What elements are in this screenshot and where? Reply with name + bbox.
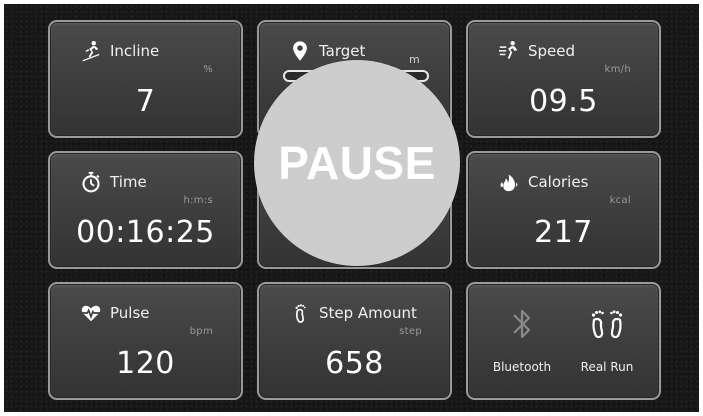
step-amount-unit: step xyxy=(399,326,422,337)
bluetooth-label: Bluetooth xyxy=(492,360,552,374)
step-amount-header: Step Amount xyxy=(289,302,417,324)
pulse-tile[interactable]: Pulse bpm 120 xyxy=(48,282,243,400)
heartbeat-icon xyxy=(80,302,102,324)
time-tile[interactable]: Time h:m:s 00:16:25 xyxy=(48,151,243,269)
target-label: Target xyxy=(319,42,366,60)
location-pin-icon xyxy=(289,40,311,62)
pulse-unit: bpm xyxy=(189,326,213,337)
bluetooth-icon xyxy=(511,302,533,346)
incline-unit: % xyxy=(203,64,213,75)
pulse-label: Pulse xyxy=(110,304,150,322)
speed-header: Speed xyxy=(498,40,575,62)
calories-header: Calories xyxy=(498,171,588,193)
step-amount-value: 658 xyxy=(325,346,384,381)
bluetooth-button[interactable]: Bluetooth xyxy=(482,302,562,382)
real-run-label: Real Run xyxy=(580,360,634,374)
target-unit: m xyxy=(408,53,420,66)
incline-runner-icon xyxy=(80,40,102,62)
step-amount-label: Step Amount xyxy=(319,304,417,322)
incline-tile[interactable]: Incline % 7 xyxy=(48,20,243,138)
treadmill-display: Incline % 7 Target m Speed km/h 09.5 Tim… xyxy=(4,4,699,412)
calories-label: Calories xyxy=(528,173,589,191)
flame-icon xyxy=(498,171,520,193)
time-unit: h:m:s xyxy=(183,195,213,206)
speed-label: Speed xyxy=(528,42,576,60)
speed-runner-icon xyxy=(498,40,520,62)
footprints-icon xyxy=(587,302,627,346)
pause-label: PAUSE xyxy=(278,137,436,189)
real-run-button[interactable]: Real Run xyxy=(567,302,647,382)
pulse-value: 120 xyxy=(116,346,175,381)
incline-label: Incline xyxy=(110,42,160,60)
incline-header: Incline xyxy=(80,40,159,62)
incline-value: 7 xyxy=(135,84,156,119)
calories-value: 217 xyxy=(534,215,593,250)
time-label: Time xyxy=(110,173,147,191)
footprint-icon xyxy=(289,302,311,324)
speed-unit: km/h xyxy=(604,64,631,75)
pause-button[interactable]: PAUSE xyxy=(254,60,460,266)
speed-tile[interactable]: Speed km/h 09.5 xyxy=(466,20,661,138)
calories-tile[interactable]: Calories kcal 217 xyxy=(466,151,661,269)
calories-unit: kcal xyxy=(609,195,631,206)
target-header: Target xyxy=(289,40,365,62)
speed-value: 09.5 xyxy=(529,84,598,119)
functions-tile: Bluetooth Real Run xyxy=(466,282,661,400)
step-amount-tile[interactable]: Step Amount step 658 xyxy=(257,282,452,400)
pulse-header: Pulse xyxy=(80,302,150,324)
time-header: Time xyxy=(80,171,147,193)
stopwatch-icon xyxy=(80,171,102,193)
time-value: 00:16:25 xyxy=(76,215,215,250)
